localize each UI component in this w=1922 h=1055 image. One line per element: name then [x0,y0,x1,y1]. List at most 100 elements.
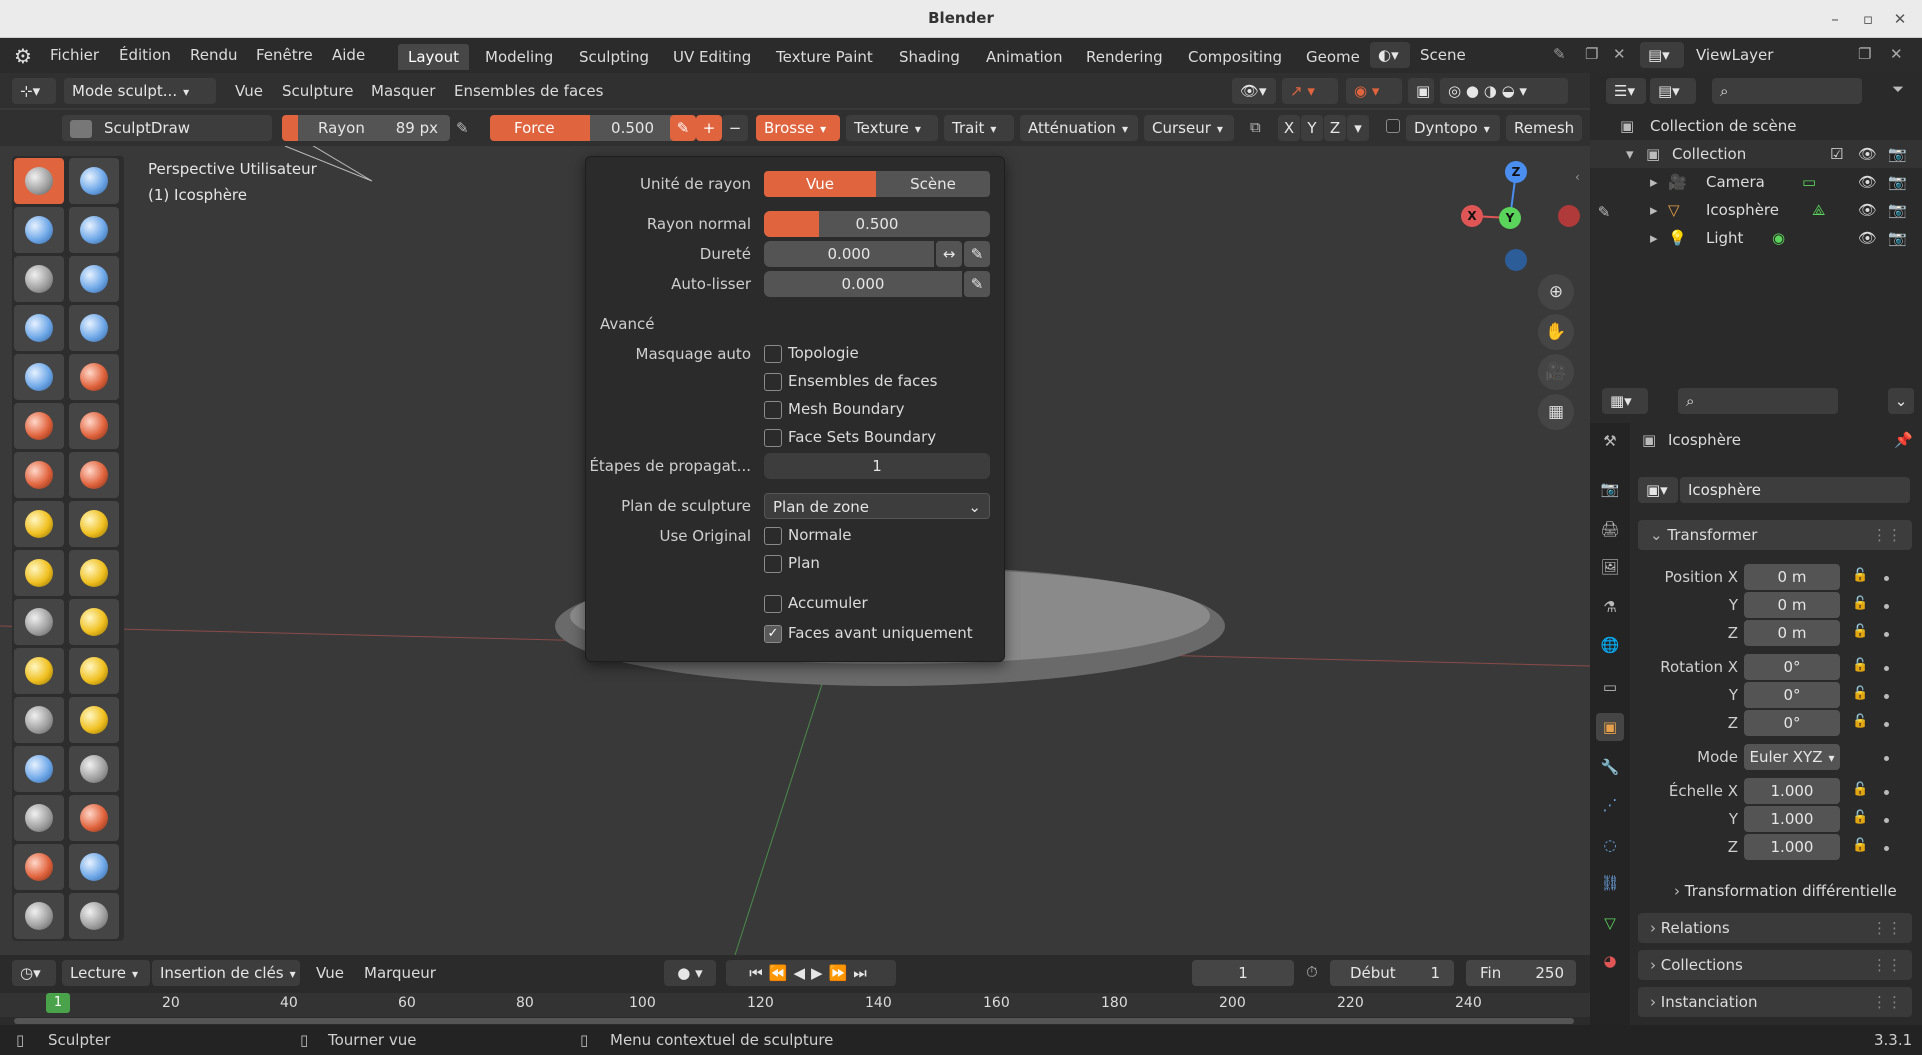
new-viewlayer-icon[interactable]: ❐ [1858,45,1871,63]
ortho-grid-icon[interactable]: ▦ [1538,394,1574,430]
location-x-field[interactable]: 0 m [1744,564,1840,590]
outliner-search-input[interactable]: ⌕ [1712,78,1862,104]
properties-search-input[interactable]: ⌕ [1678,388,1838,414]
auto-keying-icon[interactable]: ● ▾ [664,960,716,986]
symmetry-x-button[interactable]: X [1278,115,1300,141]
render-camera-icon[interactable]: 📷 [1888,140,1907,168]
render-camera-icon[interactable]: 📷 [1888,224,1907,252]
menu-fenetre[interactable]: Fenêtre [256,46,313,64]
maximize-icon[interactable]: ▫ [1858,9,1878,29]
keyframe-dot-icon[interactable] [1884,576,1889,581]
delete-scene-icon[interactable]: ✕ [1613,45,1626,63]
tab-shading[interactable]: Shading [889,44,970,70]
object-tab-icon[interactable]: ▣ [1596,713,1624,741]
keyframe-dot-icon[interactable] [1884,722,1889,727]
brush-menu[interactable]: Brosse [756,115,840,141]
tool-nudge[interactable] [14,648,64,694]
automask-mesh-boundary-checkbox[interactable] [764,401,782,419]
dyntopo-menu[interactable]: Dyntopo [1406,115,1500,141]
data-tab-icon[interactable]: ▽ [1596,909,1624,937]
menu-edition[interactable]: Édition [119,46,171,64]
unit-scene-button[interactable]: Scène [876,171,990,197]
scale-y-field[interactable]: 1.000 [1744,806,1840,832]
drag-handle-icon[interactable]: ⋮⋮ [1872,950,1902,980]
gizmo-neg-z-icon[interactable] [1505,249,1527,271]
brush-selector[interactable]: SculptDraw [62,115,272,141]
output-tab-icon[interactable]: 🖨 [1596,515,1624,543]
cursor-menu[interactable]: Curseur [1144,115,1234,141]
tool-snake-hook[interactable] [69,550,119,596]
keyframe-dot-icon[interactable] [1884,666,1889,671]
render-camera-icon[interactable]: 📷 [1888,168,1907,196]
gizmo-z-icon[interactable]: Z [1505,161,1527,183]
tool-grab[interactable] [69,501,119,547]
rotation-x-field[interactable]: 0° [1744,654,1840,680]
end-frame-field[interactable]: Fin 250 [1466,960,1576,986]
pin-icon[interactable]: ✎ [1553,45,1566,63]
automask-face-sets-checkbox[interactable] [764,373,782,391]
current-frame-field[interactable]: 1 [1192,960,1294,986]
constraints-tab-icon[interactable]: ⛓ [1596,869,1624,897]
view-layer-tab-icon[interactable]: 🖼 [1596,553,1624,581]
tool-flatten[interactable] [14,403,64,449]
overlay-toggle-icon[interactable]: ◉ ▾ [1346,78,1402,104]
autosmooth-field[interactable]: 0.000 [764,271,962,297]
collection-tab-icon[interactable]: ▭ [1596,673,1624,701]
timeline-view-menu[interactable]: Vue [316,964,344,982]
tool-pinch[interactable] [14,501,64,547]
lock-icon[interactable]: 🔓 [1852,714,1868,729]
lock-icon[interactable]: 🔓 [1852,624,1868,639]
scale-z-field[interactable]: 1.000 [1744,834,1840,860]
xray-icon[interactable]: ▣ [1408,78,1434,104]
autosmooth-pressure-icon[interactable]: ✎ [964,271,990,297]
automask-topology-checkbox[interactable] [764,345,782,363]
hardness-invert-icon[interactable]: ↔ [936,241,962,267]
sidebar-toggle-icon[interactable]: ‹ [1575,170,1589,184]
tab-geometry[interactable]: Geome [1296,44,1360,70]
unit-view-button[interactable]: Vue [764,171,876,197]
outliner-row-icosphere[interactable]: ▸ ▽ Icosphère ⟁ 👁 📷 [1590,196,1922,224]
tool-clay-thumb[interactable] [14,256,64,302]
camera-view-icon[interactable]: 🎥 [1538,354,1574,390]
properties-options-icon[interactable]: ⌄ [1888,388,1914,414]
automask-face-sets-boundary-checkbox[interactable] [764,429,782,447]
location-y-field[interactable]: 0 m [1744,592,1840,618]
dyntopo-checkbox[interactable] [1386,119,1400,133]
outliner-row-light[interactable]: ▸ 💡 Light ◉ 👁 📷 [1590,224,1922,252]
tab-layout[interactable]: Layout [398,44,469,70]
new-scene-icon[interactable]: ❐ [1585,45,1598,63]
minimize-icon[interactable]: – [1825,9,1845,29]
menu-sculpture[interactable]: Sculpture [282,82,353,100]
tool-elastic-deform[interactable] [14,550,64,596]
timeline-scrollbar[interactable] [14,1018,1574,1024]
keyframe-dot-icon[interactable] [1884,846,1889,851]
gizmo-toggle-icon[interactable]: ↗ ▾ [1282,78,1338,104]
tool-crease[interactable] [14,354,64,400]
tool-annotate[interactable] [14,893,64,939]
filter-icon[interactable]: ⏷ [1892,80,1904,98]
lock-icon[interactable]: 🔓 [1852,810,1868,825]
tab-animation[interactable]: Animation [976,44,1072,70]
tool-fill[interactable] [69,403,119,449]
lock-icon[interactable]: 🔓 [1852,596,1868,611]
keyframe-dot-icon[interactable] [1884,790,1889,795]
eye-icon[interactable]: 👁 [1858,168,1877,196]
gizmo-x-icon[interactable]: X [1461,205,1483,227]
tab-sculpting[interactable]: Sculpting [569,44,659,70]
object-browse-icon[interactable]: ▣▾ [1638,477,1678,503]
outliner-row-scene-collection[interactable]: ▣ Collection de scène [1590,112,1922,140]
current-frame-marker[interactable]: 1 [46,993,70,1013]
remesh-menu[interactable]: Remesh [1506,115,1582,141]
drag-handle-icon[interactable]: ⋮⋮ [1872,520,1902,550]
symmetry-y-button[interactable]: Y [1301,115,1323,141]
eye-icon[interactable]: 👁 [1858,224,1877,252]
tool-tab-icon[interactable]: ⚒ [1596,427,1624,455]
scene-name[interactable]: Scene [1420,46,1466,64]
menu-vue[interactable]: Vue [235,82,263,100]
front-faces-checkbox[interactable]: ✓ [764,625,782,643]
keyframe-dot-icon[interactable] [1884,632,1889,637]
tool-rotate[interactable] [69,648,119,694]
timeline-editor-icon[interactable]: ◷▾ [12,960,56,986]
lock-icon[interactable]: 🔓 [1852,658,1868,673]
use-original-plane-checkbox[interactable] [764,555,782,573]
